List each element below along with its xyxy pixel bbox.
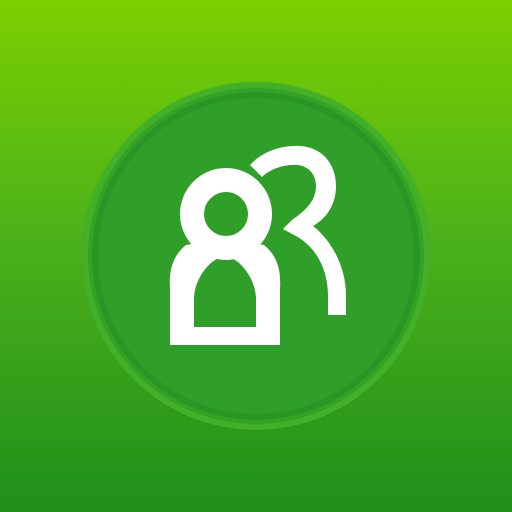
app-icon-name: people-icon <box>0 0 1 1</box>
app-icon[interactable]: people-icon <box>0 0 512 512</box>
icon-badge-circle <box>82 82 430 430</box>
